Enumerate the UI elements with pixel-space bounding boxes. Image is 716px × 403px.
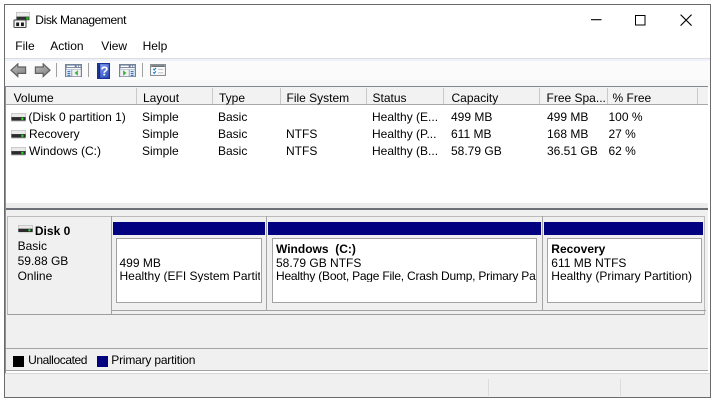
svg-text:?: ?: [100, 63, 108, 78]
